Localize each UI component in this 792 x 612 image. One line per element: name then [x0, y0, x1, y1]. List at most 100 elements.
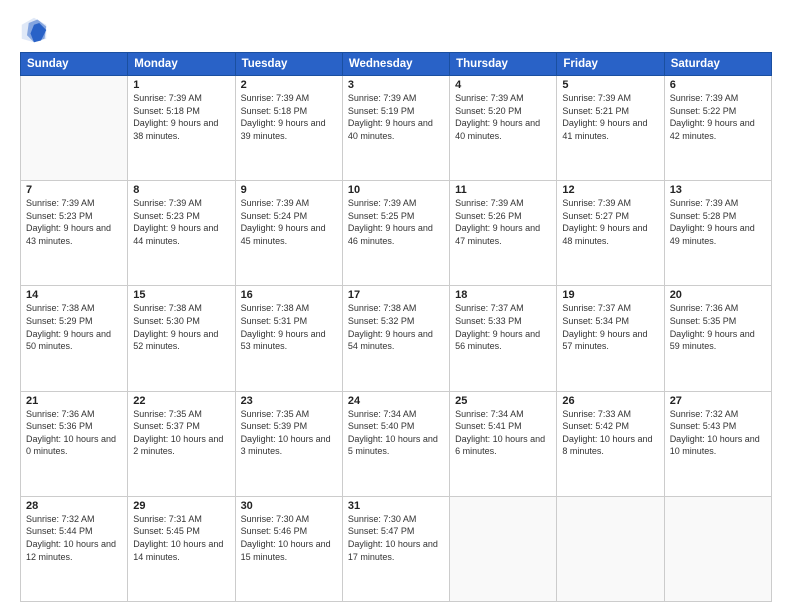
day-info: Sunrise: 7:39 AMSunset: 5:25 PMDaylight:…: [348, 197, 444, 247]
calendar-cell: 16Sunrise: 7:38 AMSunset: 5:31 PMDayligh…: [235, 286, 342, 391]
day-number: 26: [562, 395, 658, 407]
week-row-1: 1Sunrise: 7:39 AMSunset: 5:18 PMDaylight…: [21, 76, 772, 181]
day-info: Sunrise: 7:37 AMSunset: 5:34 PMDaylight:…: [562, 302, 658, 352]
day-number: 14: [26, 289, 122, 301]
day-info: Sunrise: 7:39 AMSunset: 5:27 PMDaylight:…: [562, 197, 658, 247]
calendar-cell: 23Sunrise: 7:35 AMSunset: 5:39 PMDayligh…: [235, 391, 342, 496]
day-info: Sunrise: 7:39 AMSunset: 5:24 PMDaylight:…: [241, 197, 337, 247]
day-info: Sunrise: 7:32 AMSunset: 5:44 PMDaylight:…: [26, 513, 122, 563]
day-info: Sunrise: 7:39 AMSunset: 5:28 PMDaylight:…: [670, 197, 766, 247]
day-info: Sunrise: 7:39 AMSunset: 5:18 PMDaylight:…: [133, 92, 229, 142]
weekday-header-monday: Monday: [128, 53, 235, 76]
calendar-table: SundayMondayTuesdayWednesdayThursdayFrid…: [20, 52, 772, 602]
weekday-header-row: SundayMondayTuesdayWednesdayThursdayFrid…: [21, 53, 772, 76]
day-info: Sunrise: 7:39 AMSunset: 5:23 PMDaylight:…: [26, 197, 122, 247]
day-number: 12: [562, 184, 658, 196]
calendar-cell: 9Sunrise: 7:39 AMSunset: 5:24 PMDaylight…: [235, 181, 342, 286]
day-info: Sunrise: 7:36 AMSunset: 5:36 PMDaylight:…: [26, 408, 122, 458]
day-number: 19: [562, 289, 658, 301]
day-info: Sunrise: 7:31 AMSunset: 5:45 PMDaylight:…: [133, 513, 229, 563]
day-number: 1: [133, 79, 229, 91]
day-number: 8: [133, 184, 229, 196]
day-info: Sunrise: 7:32 AMSunset: 5:43 PMDaylight:…: [670, 408, 766, 458]
day-info: Sunrise: 7:39 AMSunset: 5:23 PMDaylight:…: [133, 197, 229, 247]
calendar-cell: 25Sunrise: 7:34 AMSunset: 5:41 PMDayligh…: [450, 391, 557, 496]
calendar-cell: [557, 496, 664, 601]
day-number: 9: [241, 184, 337, 196]
day-number: 13: [670, 184, 766, 196]
week-row-5: 28Sunrise: 7:32 AMSunset: 5:44 PMDayligh…: [21, 496, 772, 601]
calendar-cell: 8Sunrise: 7:39 AMSunset: 5:23 PMDaylight…: [128, 181, 235, 286]
day-number: 30: [241, 500, 337, 512]
day-number: 31: [348, 500, 444, 512]
day-number: 24: [348, 395, 444, 407]
calendar-cell: 1Sunrise: 7:39 AMSunset: 5:18 PMDaylight…: [128, 76, 235, 181]
calendar-cell: 18Sunrise: 7:37 AMSunset: 5:33 PMDayligh…: [450, 286, 557, 391]
day-number: 11: [455, 184, 551, 196]
day-info: Sunrise: 7:30 AMSunset: 5:46 PMDaylight:…: [241, 513, 337, 563]
calendar-cell: 19Sunrise: 7:37 AMSunset: 5:34 PMDayligh…: [557, 286, 664, 391]
day-number: 29: [133, 500, 229, 512]
day-number: 17: [348, 289, 444, 301]
day-number: 10: [348, 184, 444, 196]
day-info: Sunrise: 7:39 AMSunset: 5:22 PMDaylight:…: [670, 92, 766, 142]
logo-icon: [20, 16, 48, 44]
calendar-cell: [21, 76, 128, 181]
calendar-cell: 15Sunrise: 7:38 AMSunset: 5:30 PMDayligh…: [128, 286, 235, 391]
day-number: 20: [670, 289, 766, 301]
calendar-cell: 26Sunrise: 7:33 AMSunset: 5:42 PMDayligh…: [557, 391, 664, 496]
calendar-cell: 4Sunrise: 7:39 AMSunset: 5:20 PMDaylight…: [450, 76, 557, 181]
day-info: Sunrise: 7:37 AMSunset: 5:33 PMDaylight:…: [455, 302, 551, 352]
calendar-cell: 20Sunrise: 7:36 AMSunset: 5:35 PMDayligh…: [664, 286, 771, 391]
day-info: Sunrise: 7:33 AMSunset: 5:42 PMDaylight:…: [562, 408, 658, 458]
day-number: 27: [670, 395, 766, 407]
day-number: 18: [455, 289, 551, 301]
calendar-cell: 21Sunrise: 7:36 AMSunset: 5:36 PMDayligh…: [21, 391, 128, 496]
day-number: 5: [562, 79, 658, 91]
calendar-cell: 22Sunrise: 7:35 AMSunset: 5:37 PMDayligh…: [128, 391, 235, 496]
day-info: Sunrise: 7:34 AMSunset: 5:40 PMDaylight:…: [348, 408, 444, 458]
day-number: 28: [26, 500, 122, 512]
day-info: Sunrise: 7:39 AMSunset: 5:21 PMDaylight:…: [562, 92, 658, 142]
calendar-cell: 12Sunrise: 7:39 AMSunset: 5:27 PMDayligh…: [557, 181, 664, 286]
day-number: 3: [348, 79, 444, 91]
weekday-header-saturday: Saturday: [664, 53, 771, 76]
day-info: Sunrise: 7:36 AMSunset: 5:35 PMDaylight:…: [670, 302, 766, 352]
calendar-cell: 31Sunrise: 7:30 AMSunset: 5:47 PMDayligh…: [342, 496, 449, 601]
day-number: 22: [133, 395, 229, 407]
day-number: 25: [455, 395, 551, 407]
weekday-header-wednesday: Wednesday: [342, 53, 449, 76]
day-number: 2: [241, 79, 337, 91]
day-number: 15: [133, 289, 229, 301]
weekday-header-friday: Friday: [557, 53, 664, 76]
calendar-cell: 30Sunrise: 7:30 AMSunset: 5:46 PMDayligh…: [235, 496, 342, 601]
calendar-cell: 10Sunrise: 7:39 AMSunset: 5:25 PMDayligh…: [342, 181, 449, 286]
calendar-cell: 6Sunrise: 7:39 AMSunset: 5:22 PMDaylight…: [664, 76, 771, 181]
day-info: Sunrise: 7:39 AMSunset: 5:26 PMDaylight:…: [455, 197, 551, 247]
page: SundayMondayTuesdayWednesdayThursdayFrid…: [0, 0, 792, 612]
calendar-cell: 3Sunrise: 7:39 AMSunset: 5:19 PMDaylight…: [342, 76, 449, 181]
day-number: 16: [241, 289, 337, 301]
day-number: 4: [455, 79, 551, 91]
weekday-header-tuesday: Tuesday: [235, 53, 342, 76]
weekday-header-sunday: Sunday: [21, 53, 128, 76]
calendar-cell: 24Sunrise: 7:34 AMSunset: 5:40 PMDayligh…: [342, 391, 449, 496]
day-number: 6: [670, 79, 766, 91]
day-info: Sunrise: 7:38 AMSunset: 5:30 PMDaylight:…: [133, 302, 229, 352]
day-info: Sunrise: 7:38 AMSunset: 5:29 PMDaylight:…: [26, 302, 122, 352]
week-row-2: 7Sunrise: 7:39 AMSunset: 5:23 PMDaylight…: [21, 181, 772, 286]
calendar-cell: 17Sunrise: 7:38 AMSunset: 5:32 PMDayligh…: [342, 286, 449, 391]
day-number: 21: [26, 395, 122, 407]
calendar-cell: [664, 496, 771, 601]
calendar-cell: 11Sunrise: 7:39 AMSunset: 5:26 PMDayligh…: [450, 181, 557, 286]
calendar-cell: 29Sunrise: 7:31 AMSunset: 5:45 PMDayligh…: [128, 496, 235, 601]
header: [20, 16, 772, 44]
calendar-cell: 5Sunrise: 7:39 AMSunset: 5:21 PMDaylight…: [557, 76, 664, 181]
week-row-3: 14Sunrise: 7:38 AMSunset: 5:29 PMDayligh…: [21, 286, 772, 391]
day-info: Sunrise: 7:30 AMSunset: 5:47 PMDaylight:…: [348, 513, 444, 563]
day-number: 7: [26, 184, 122, 196]
calendar-cell: 27Sunrise: 7:32 AMSunset: 5:43 PMDayligh…: [664, 391, 771, 496]
day-info: Sunrise: 7:39 AMSunset: 5:18 PMDaylight:…: [241, 92, 337, 142]
day-info: Sunrise: 7:38 AMSunset: 5:31 PMDaylight:…: [241, 302, 337, 352]
day-info: Sunrise: 7:34 AMSunset: 5:41 PMDaylight:…: [455, 408, 551, 458]
